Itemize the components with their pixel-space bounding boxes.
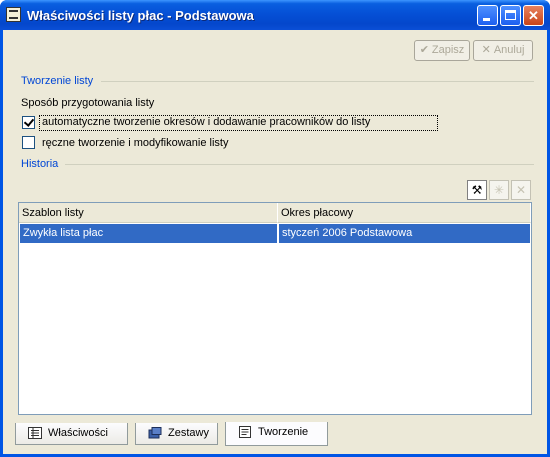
table-cell-okres[interactable]: styczeń 2006 Podstawowa <box>279 224 530 243</box>
dialog-window: Właściwości listy płac - Podstawowa ✕ ✔ Z… <box>0 0 550 457</box>
save-label: Zapisz <box>431 44 465 56</box>
manual-create-checkbox[interactable] <box>22 136 35 149</box>
auto-create-label[interactable]: automatyczne tworzenie okresów i dodawan… <box>42 116 370 128</box>
title-bar[interactable]: Właściwości listy płac - Podstawowa ✕ <box>0 0 550 30</box>
sets-icon <box>148 426 162 439</box>
window-title: Właściwości listy płac - Podstawowa <box>27 8 254 23</box>
tab-tworzenie[interactable]: Tworzenie <box>225 422 328 446</box>
table-row[interactable]: Zwykła lista płac styczeń 2006 Podstawow… <box>20 224 530 243</box>
history-table[interactable]: Szablon listy Okres płacowy Zwykła lista… <box>18 202 532 415</box>
close-icon: ✕ <box>528 8 539 23</box>
delete-button[interactable]: ✕ <box>511 180 531 200</box>
tab-zestawy[interactable]: Zestawy <box>135 423 218 445</box>
group-label-tworzenie: Tworzenie listy <box>21 75 94 87</box>
maximize-icon <box>505 10 516 20</box>
cancel-button[interactable]: ✕ Anuluj <box>473 40 533 61</box>
star-icon: ✳ <box>493 183 505 197</box>
cancel-label: Anuluj <box>493 44 525 56</box>
maximize-button[interactable] <box>500 5 521 26</box>
app-icon <box>6 7 21 22</box>
tab-strip: Właściwości Zestawy Tworzenie <box>13 422 543 447</box>
group-label-historia: Historia <box>21 158 59 170</box>
column-header-szablon[interactable]: Szablon listy <box>19 203 278 223</box>
checkmark-icon: ✔ <box>419 44 429 56</box>
table-cell-szablon[interactable]: Zwykła lista płac <box>20 224 277 243</box>
table-header: Szablon listy Okres płacowy <box>19 203 531 223</box>
minimize-button[interactable] <box>477 5 498 26</box>
close-button[interactable]: ✕ <box>523 5 544 26</box>
cancel-icon: ✕ <box>481 44 491 56</box>
tab-label: Właściwości <box>48 427 108 439</box>
document-icon <box>238 425 252 439</box>
tab-label: Tworzenie <box>258 426 309 438</box>
tools-button[interactable]: ⚒ <box>467 180 487 200</box>
group-divider <box>101 81 534 82</box>
tab-wlasciwosci[interactable]: Właściwości <box>15 423 128 445</box>
delete-icon: ✕ <box>515 183 527 197</box>
method-label: Sposób przygotowania listy <box>21 97 155 109</box>
new-item-button[interactable]: ✳ <box>489 180 509 200</box>
group-divider <box>65 164 534 165</box>
tools-icon: ⚒ <box>471 183 483 197</box>
manual-create-label[interactable]: ręczne tworzenie i modyfikowanie listy <box>42 137 228 149</box>
minimize-icon <box>483 18 490 21</box>
tab-label: Zestawy <box>168 427 209 439</box>
dialog-body: ✔ Zapisz ✕ Anuluj Tworzenie listy Sposób p… <box>3 30 547 454</box>
save-button[interactable]: ✔ Zapisz <box>414 40 470 61</box>
auto-create-checkbox[interactable] <box>22 116 35 129</box>
column-header-okres[interactable]: Okres płacowy <box>278 203 531 223</box>
properties-icon <box>28 426 42 440</box>
